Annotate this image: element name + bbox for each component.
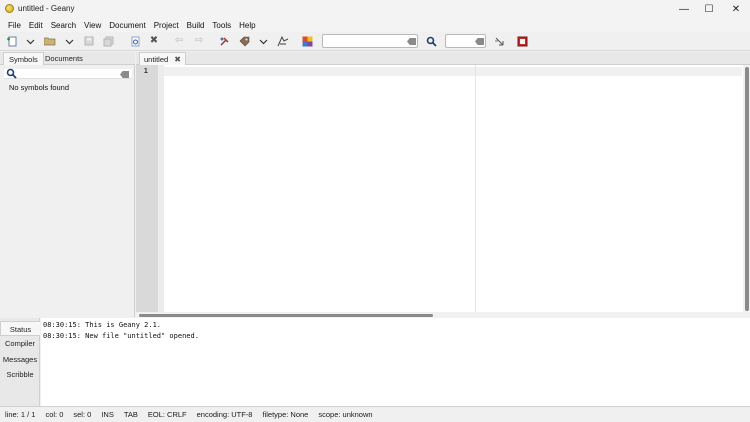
menu-build[interactable]: Build bbox=[183, 21, 209, 30]
status-indent: TAB bbox=[123, 410, 138, 419]
color-chooser-icon[interactable] bbox=[301, 35, 313, 47]
minimize-button[interactable]: — bbox=[670, 0, 698, 18]
close-button[interactable]: ✕ bbox=[722, 0, 750, 18]
status-eol: EOL: CRLF bbox=[147, 410, 187, 419]
close-file-icon[interactable]: ✖ bbox=[148, 35, 160, 47]
save-icon[interactable] bbox=[83, 35, 95, 47]
menu-help[interactable]: Help bbox=[235, 21, 259, 30]
tab-symbols[interactable]: Symbols bbox=[3, 52, 44, 65]
build-options-chevron-icon[interactable] bbox=[257, 35, 269, 47]
maximize-button[interactable]: ☐ bbox=[695, 0, 723, 18]
horizontal-scrollbar-thumb[interactable] bbox=[139, 313, 433, 317]
build-tag-icon[interactable] bbox=[238, 35, 250, 47]
symbol-search-input[interactable] bbox=[4, 68, 132, 81]
navigate-forward-icon[interactable]: ⇨ bbox=[193, 35, 205, 47]
tab-untitled[interactable]: untitled ✖ bbox=[139, 52, 186, 65]
tab-documents[interactable]: Documents bbox=[40, 52, 88, 65]
document-tabs: untitled ✖ bbox=[136, 52, 750, 65]
goto-line-field[interactable] bbox=[445, 34, 486, 48]
current-line-highlight bbox=[164, 67, 742, 76]
quit-icon[interactable] bbox=[516, 35, 528, 47]
menu-bar: File Edit Search View Document Project B… bbox=[0, 18, 750, 32]
status-scope: scope: unknown bbox=[318, 410, 373, 419]
save-all-icon[interactable] bbox=[102, 35, 114, 47]
goto-line-icon[interactable] bbox=[493, 35, 505, 47]
status-encoding: encoding: UTF-8 bbox=[196, 410, 253, 419]
clear-goto-icon[interactable] bbox=[475, 38, 484, 45]
line-number: 1 bbox=[143, 67, 148, 75]
log-line: 08:30:15: New file "untitled" opened. bbox=[43, 332, 199, 340]
recent-files-chevron-icon[interactable] bbox=[63, 35, 75, 47]
compile-icon[interactable] bbox=[218, 35, 230, 47]
no-symbols-label: No symbols found bbox=[9, 83, 70, 92]
run-execute-icon[interactable] bbox=[277, 35, 289, 47]
status-log[interactable]: 08:30:15: This is Geany 2.1. 08:30:15: N… bbox=[41, 318, 750, 406]
tab-messages[interactable]: Messages bbox=[0, 352, 40, 367]
log-line: 08:30:15: This is Geany 2.1. bbox=[43, 321, 162, 329]
open-folder-icon[interactable] bbox=[44, 35, 56, 47]
clear-symbol-search-icon[interactable] bbox=[120, 71, 129, 78]
find-icon[interactable] bbox=[425, 35, 437, 47]
status-sel: sel: 0 bbox=[73, 410, 92, 419]
new-file-icon[interactable] bbox=[6, 35, 18, 47]
reload-icon[interactable] bbox=[129, 35, 141, 47]
menu-document[interactable]: Document bbox=[105, 21, 149, 30]
status-col: col: 0 bbox=[45, 410, 64, 419]
menu-project[interactable]: Project bbox=[150, 21, 183, 30]
menu-edit[interactable]: Edit bbox=[25, 21, 47, 30]
vertical-scrollbar-thumb[interactable] bbox=[744, 67, 749, 311]
geany-app-icon bbox=[5, 4, 14, 13]
status-mode: INS bbox=[101, 410, 114, 419]
tab-untitled-label: untitled bbox=[144, 54, 169, 64]
line-number-gutter: 1 bbox=[136, 65, 158, 312]
menu-file[interactable]: File bbox=[4, 21, 25, 30]
message-window-tabs: Status Compiler Messages Scribble bbox=[0, 318, 40, 406]
title-bar: untitled - Geany — ☐ ✕ bbox=[0, 0, 750, 18]
sidebar-tabs: Symbols Documents bbox=[0, 52, 135, 65]
status-line: line: 1 / 1 bbox=[5, 410, 36, 419]
new-from-template-chevron-icon[interactable] bbox=[24, 35, 36, 47]
search-icon bbox=[6, 68, 17, 81]
search-field[interactable] bbox=[322, 34, 418, 48]
tab-scribble[interactable]: Scribble bbox=[0, 367, 40, 382]
symbols-panel: No symbols found bbox=[0, 65, 135, 317]
status-filetype: filetype: None bbox=[262, 410, 309, 419]
menu-search[interactable]: Search bbox=[47, 21, 80, 30]
tab-compiler[interactable]: Compiler bbox=[0, 336, 40, 351]
tab-status[interactable]: Status bbox=[0, 321, 40, 336]
status-bar: line: 1 / 1 col: 0 sel: 0 INS TAB EOL: C… bbox=[0, 406, 750, 422]
menu-view[interactable]: View bbox=[80, 21, 105, 30]
navigate-back-icon[interactable]: ⇦ bbox=[173, 35, 185, 47]
vertical-scrollbar[interactable] bbox=[743, 65, 750, 318]
tab-close-icon[interactable]: ✖ bbox=[174, 55, 181, 64]
window-title: untitled - Geany bbox=[18, 4, 75, 13]
menu-tools[interactable]: Tools bbox=[208, 21, 235, 30]
fold-margin[interactable] bbox=[158, 65, 164, 312]
clear-search-icon[interactable] bbox=[407, 38, 416, 45]
long-line-marker bbox=[475, 65, 476, 312]
editor-area[interactable]: 1 bbox=[136, 65, 750, 318]
